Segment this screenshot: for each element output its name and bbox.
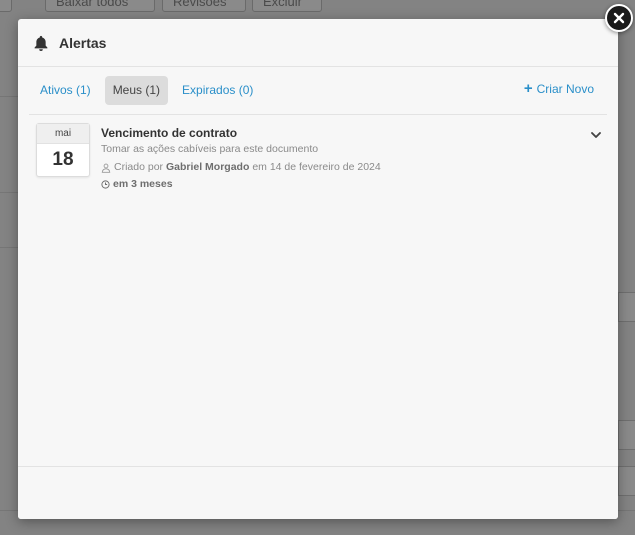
alert-title: Vencimento de contrato [101,126,238,140]
bg-delete-button: Excluir [252,0,322,12]
close-icon [613,12,625,24]
date-month: mai [37,124,89,144]
plus-icon: + [523,80,533,97]
bg-field [618,420,635,450]
bg-field [618,292,635,322]
tab-expired[interactable]: Expirados (0) [174,76,261,105]
alert-due-info: em 3 meses [101,177,581,192]
created-by: Gabriel Morgado [165,161,250,173]
create-new-button[interactable]: + Criar Novo [523,80,594,97]
close-modal-button[interactable] [605,4,633,32]
clock-icon [101,180,110,189]
due-in: em 3 meses [113,178,173,190]
bg-divider [0,192,18,193]
bg-divider [0,96,18,97]
user-icon [101,163,111,173]
date-day: 18 [52,149,74,170]
bg-revisions-button: Revisões [162,0,246,12]
create-new-label: Criar Novo [536,82,594,96]
alerts-modal: Alertas Ativos (1) Meus (1) Expirados (0… [18,19,618,519]
chevron-down-icon[interactable] [590,129,602,141]
bg-toolbar-button [0,0,12,12]
alert-tabs: Ativos (1) Meus (1) Expirados (0) [32,75,267,105]
tab-active[interactable]: Ativos (1) [32,76,99,105]
modal-header: Alertas [18,19,618,67]
bg-field [618,466,635,496]
created-prefix: Criado por [114,161,164,173]
alert-description: Tomar as ações cabíveis para este docume… [101,143,319,155]
alert-list-item[interactable]: mai 18 Vencimento de contrato Tomar as a… [36,123,606,195]
modal-footer [18,466,618,519]
created-date: em 14 de fevereiro de 2024 [252,161,381,173]
bg-download-all-button: Baixar todos [45,0,155,12]
date-badge: mai 18 [36,123,90,177]
bg-divider [0,247,18,248]
tab-mine[interactable]: Meus (1) [104,75,169,105]
alert-body: Vencimento de contrato Tomar as ações ca… [101,125,581,192]
alert-created-info: Criado por Gabriel Morgado em 14 de feve… [101,160,581,175]
tabs-divider [29,114,607,115]
bell-icon [34,35,48,51]
modal-title: Alertas [59,34,107,51]
